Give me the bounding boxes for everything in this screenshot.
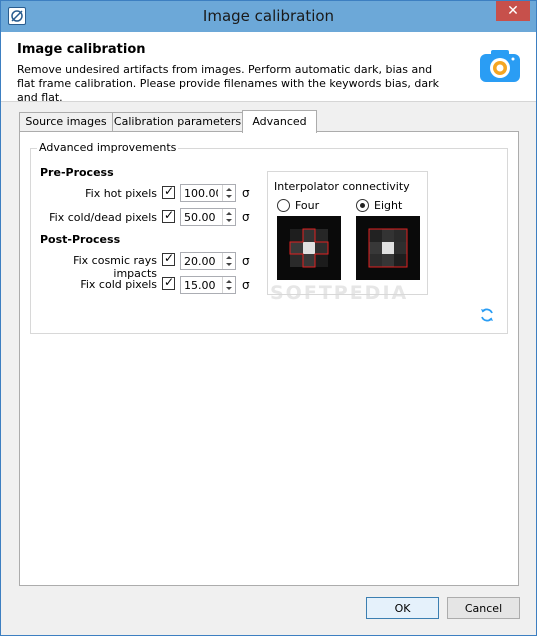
fix-cold-pixels-label: Fix cold pixels — [80, 278, 157, 291]
tab-label: Source images — [25, 115, 107, 128]
window-title: Image calibration — [202, 7, 335, 25]
spin-arrows[interactable] — [222, 277, 235, 293]
fix-cosmic-rays-label: Fix cosmic rays impacts — [73, 254, 157, 280]
group-title: Advanced improvements — [37, 141, 179, 154]
fix-cold-pixels-spinbox[interactable] — [180, 276, 236, 294]
advanced-improvements-group: Advanced improvements Pre-Process Fix ho… — [30, 141, 508, 334]
spin-arrows[interactable] — [222, 253, 235, 269]
header-title: Image calibration — [17, 42, 146, 57]
fix-cold-dead-pixels-spinbox[interactable] — [180, 208, 236, 226]
radio-four[interactable] — [277, 199, 290, 212]
camera-icon — [480, 50, 520, 82]
fix-hot-pixels-spinbox[interactable] — [180, 184, 236, 202]
tab-label: Calibration parameters — [113, 115, 242, 128]
fix-cold-dead-pixels-checkbox[interactable] — [162, 208, 175, 223]
radio-four-label[interactable]: Four — [295, 199, 319, 212]
radio-eight[interactable] — [356, 199, 369, 212]
radio-eight-label[interactable]: Eight — [374, 199, 402, 212]
advanced-panel: SOFTPEDIA Advanced improvements Pre-Proc… — [19, 131, 519, 586]
fix-hot-pixels-checkbox[interactable] — [162, 184, 175, 199]
fix-cosmic-rays-spinbox[interactable] — [180, 252, 236, 270]
spin-arrows[interactable] — [222, 209, 235, 225]
fix-cold-dead-pixels-label: Fix cold/dead pixels — [49, 211, 157, 224]
tab-advanced[interactable]: Advanced — [242, 110, 317, 133]
ok-button[interactable]: OK — [366, 597, 439, 619]
cancel-button[interactable]: Cancel — [447, 597, 520, 619]
post-process-label: Post-Process — [40, 233, 121, 246]
close-icon: ✕ — [507, 3, 519, 19]
eight-connectivity-preview — [356, 216, 420, 280]
fix-cosmic-rays-input[interactable] — [181, 253, 221, 269]
header-description: Remove undesired artifacts from images. … — [17, 63, 440, 104]
fix-hot-pixels-label: Fix hot pixels — [85, 187, 157, 200]
interpolator-connectivity-group: Interpolator connectivity Four Eight — [267, 171, 428, 295]
fix-cold-pixels-checkbox[interactable] — [162, 275, 175, 290]
refresh-icon[interactable] — [479, 307, 495, 323]
sigma-unit: σ — [242, 278, 250, 292]
tab-source-images[interactable]: Source images — [19, 112, 113, 132]
fix-cold-dead-pixels-input[interactable] — [181, 209, 221, 225]
sigma-unit: σ — [242, 210, 250, 224]
interpolator-title: Interpolator connectivity — [274, 180, 410, 193]
fix-cold-pixels-input[interactable] — [181, 277, 221, 293]
sigma-unit: σ — [242, 186, 250, 200]
close-button[interactable]: ✕ — [496, 1, 530, 21]
header-panel: Image calibration Remove undesired artif… — [1, 32, 536, 104]
fix-cosmic-rays-checkbox[interactable] — [162, 251, 175, 266]
fix-hot-pixels-input[interactable] — [181, 185, 221, 201]
spin-arrows[interactable] — [222, 185, 235, 201]
tab-label: Advanced — [252, 115, 307, 128]
four-connectivity-preview — [277, 216, 341, 280]
tab-calibration-parameters[interactable]: Calibration parameters — [112, 112, 243, 132]
dialog-window: Image calibration ✕ Image calibration Re… — [0, 0, 537, 636]
pre-process-label: Pre-Process — [40, 166, 114, 179]
title-bar[interactable]: Image calibration ✕ — [1, 1, 536, 32]
sigma-unit: σ — [242, 254, 250, 268]
